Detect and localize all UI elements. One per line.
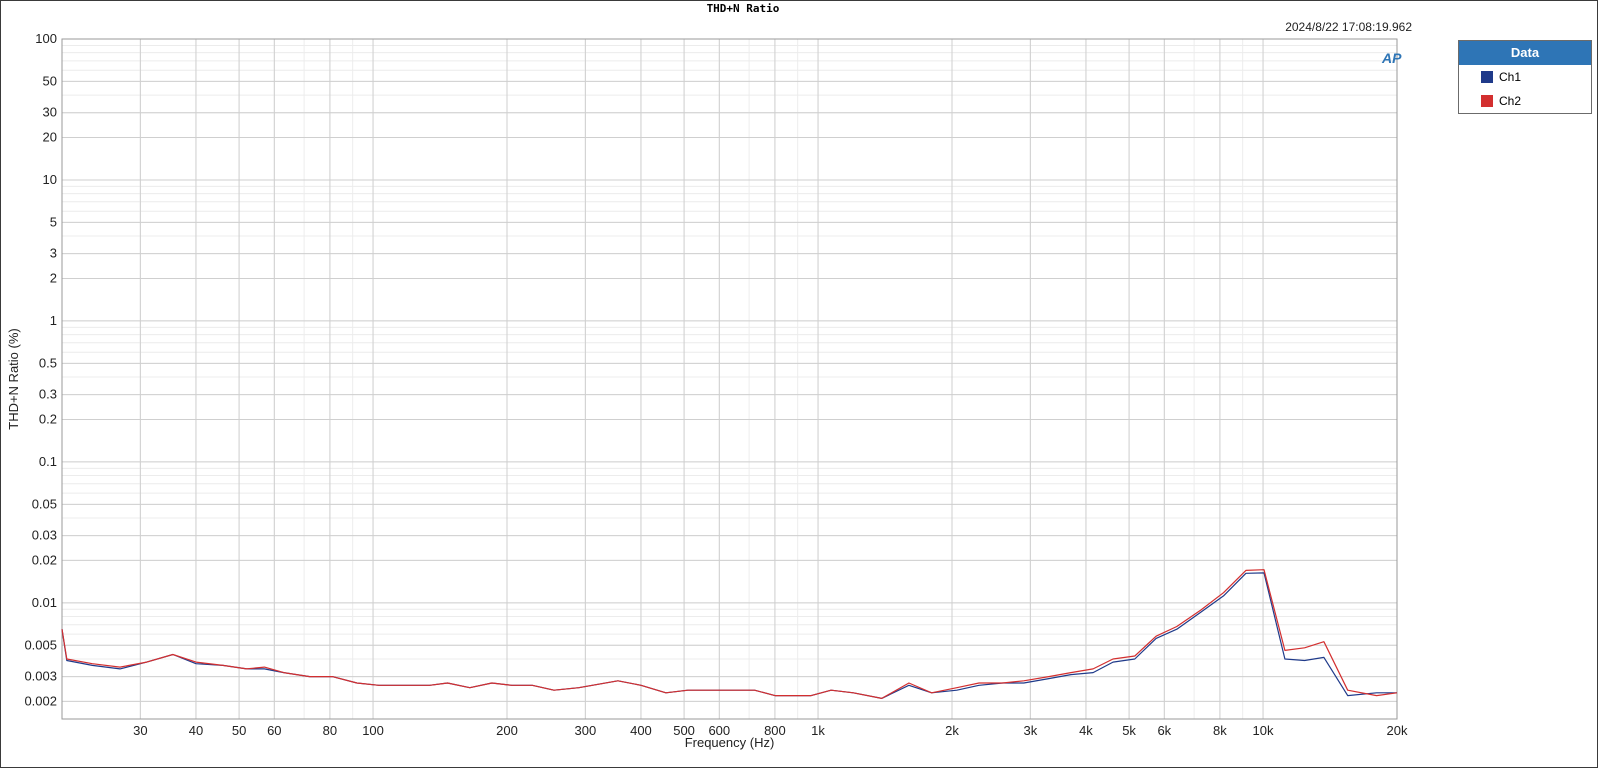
y-tick-label: 5 — [50, 214, 57, 229]
y-tick-label: 0.02 — [32, 552, 57, 567]
x-tick-label: 50 — [232, 723, 246, 738]
legend-item-ch2[interactable]: Ch2 — [1459, 89, 1591, 113]
x-axis-label: Frequency (Hz) — [685, 735, 775, 750]
x-tick-label: 60 — [267, 723, 281, 738]
legend-label-ch2: Ch2 — [1499, 94, 1522, 108]
x-tick-label: 40 — [189, 723, 203, 738]
x-tick-label: 400 — [630, 723, 652, 738]
x-tick-label: 200 — [496, 723, 518, 738]
y-tick-label: 0.1 — [39, 454, 57, 469]
x-tick-label: 20k — [1387, 723, 1408, 738]
x-tick-label: 3k — [1023, 723, 1037, 738]
x-tick-label: 30 — [133, 723, 147, 738]
x-tick-label: 6k — [1157, 723, 1171, 738]
y-axis-label: THD+N Ratio (%) — [6, 328, 21, 430]
y-tick-label: 1 — [50, 313, 57, 328]
y-tick-label: 0.2 — [39, 411, 57, 426]
legend-label-ch1: Ch1 — [1499, 70, 1522, 84]
legend-swatch-ch1 — [1481, 71, 1493, 83]
y-tick-label: 50 — [43, 73, 57, 88]
x-tick-label: 4k — [1079, 723, 1093, 738]
plot-area[interactable]: 30 40 50 60 80 100 200 300 400 500 600 800 1k 2k 3k 4k 5… — [0, 0, 1600, 770]
legend-item-ch1[interactable]: Ch1 — [1459, 65, 1591, 89]
ap-logo-icon: AP — [1382, 50, 1402, 66]
legend-swatch-ch2 — [1481, 95, 1493, 107]
y-tick-label: 0.05 — [32, 496, 57, 511]
minor-grid — [62, 39, 1397, 719]
y-tick-label: 0.01 — [32, 595, 57, 610]
y-tick-label: 30 — [43, 105, 57, 120]
y-tick-label: 100 — [35, 31, 57, 46]
y-tick-label: 0.003 — [24, 669, 57, 684]
y-tick-labels: 100 50 30 20 10 5 3 2 1 0.5 0.3 0.2 0.1 0.05 0.03 0.02 0… — [24, 31, 57, 708]
x-tick-label: 8k — [1213, 723, 1227, 738]
y-tick-label: 0.3 — [39, 387, 57, 402]
y-tick-label: 3 — [50, 246, 57, 261]
x-tick-label: 300 — [575, 723, 597, 738]
series-line-ch1 — [61, 572, 1397, 700]
x-tick-label: 10k — [1253, 723, 1274, 738]
y-tick-label: 2 — [50, 270, 57, 285]
x-tick-label: 100 — [362, 723, 384, 738]
x-tick-label: 2k — [945, 723, 959, 738]
legend[interactable]: Data Ch1 Ch2 — [1458, 40, 1592, 114]
y-tick-label: 20 — [43, 130, 57, 145]
x-tick-label: 1k — [811, 723, 825, 738]
x-tick-label: 5k — [1122, 723, 1136, 738]
legend-title: Data — [1459, 41, 1591, 65]
y-tick-label: 0.005 — [24, 637, 57, 652]
y-tick-label: 0.002 — [24, 693, 57, 708]
y-tick-label: 0.5 — [39, 355, 57, 370]
y-tick-label: 0.03 — [32, 528, 57, 543]
y-tick-label: 10 — [43, 172, 57, 187]
x-tick-label: 80 — [323, 723, 337, 738]
